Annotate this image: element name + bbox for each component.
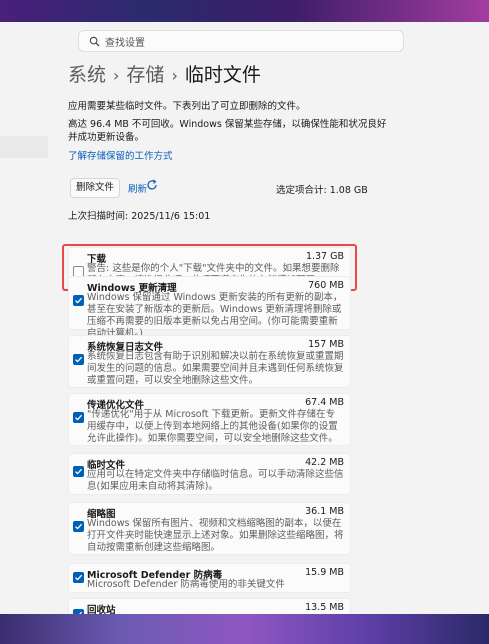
list-item-recycle-bin[interactable]: 回收站 13.5 MB <box>68 598 351 614</box>
item-description: "传递优化"用于从 Microsoft 下载更新。更新文件存储在专用缓存中，以便… <box>87 409 338 444</box>
item-size: 67.4 MB <box>305 397 344 408</box>
item-description: Windows 保留所有图片、视频和文档缩略图的副本，以便在打开文件夹时能快速显… <box>87 518 344 553</box>
reserved-storage-text: 高达 96.4 MB 不可回收。Windows 保留某些存储，以确保性能和状况良… <box>68 119 387 143</box>
list-item-system-recovery-logs[interactable]: 系统恢复日志文件 157 MB 系统恢复日志包含有助于识别和解决以前在系统恢复或… <box>68 335 351 388</box>
item-title: 回收站 <box>87 605 116 614</box>
item-description: 系统恢复日志包含有助于识别和解决以前在系统恢复或重置期间发生的问题的信息。如果需… <box>87 351 344 386</box>
item-size: 42.2 MB <box>305 457 344 468</box>
item-description: 应用可以在特定文件夹中存储临时信息。可以手动清除这些信息(如果应用未自动将其清除… <box>87 469 344 492</box>
search-icon <box>89 36 100 47</box>
list-item-windows-update-cleanup[interactable]: Windows 更新清理 760 MB Windows 保留通过 Windows… <box>68 276 351 339</box>
chevron-right-icon: › <box>113 66 120 85</box>
item-size: 15.9 MB <box>305 567 344 578</box>
checkbox-thumbnails[interactable] <box>73 521 84 532</box>
checkmark-icon <box>75 574 83 581</box>
desktop-wallpaper-top <box>0 0 489 22</box>
intro-text: 应用需要某些临时文件。下表列出了可立即删除的文件。 <box>68 101 306 112</box>
checkbox-temporary-files[interactable] <box>73 466 84 477</box>
checkbox-delivery-optimization[interactable] <box>73 412 84 423</box>
checkbox-defender-antivirus[interactable] <box>73 572 84 583</box>
checkmark-icon <box>75 297 83 304</box>
list-item-temporary-files[interactable]: 临时文件 42.2 MB 应用可以在特定文件夹中存储临时信息。可以手动清除这些信… <box>68 453 351 495</box>
item-description: Microsoft Defender 防病毒使用的非关键文件 <box>87 579 285 590</box>
checkmark-icon <box>75 468 83 475</box>
selected-total: 选定项合计: 1.08 GB <box>276 185 368 196</box>
checkbox-windows-update-cleanup[interactable] <box>73 295 84 306</box>
item-description: Windows 保留通过 Windows 更新安装的所有更新的副本，甚至在安装了… <box>87 292 343 339</box>
nav-pane-edge <box>0 136 48 158</box>
chevron-right-icon: › <box>171 66 178 85</box>
settings-window: 查找设置 系统 › 存储 › 临时文件 应用需要某些临时文件。下表列出了可立即删除的文件… <box>0 22 489 614</box>
refresh-button[interactable]: 刷新 <box>128 181 147 195</box>
item-size: 1.37 GB <box>305 251 344 262</box>
breadcrumb: 系统 › 存储 › 临时文件 <box>68 60 261 87</box>
list-item-defender-antivirus[interactable]: Microsoft Defender 防病毒 15.9 MB Microsoft… <box>68 563 351 593</box>
delete-files-button[interactable]: 删除文件 <box>70 178 120 198</box>
page-title: 临时文件 <box>184 64 261 86</box>
item-size: 760 MB <box>308 280 344 291</box>
breadcrumb-system[interactable]: 系统 <box>68 64 106 86</box>
list-item-delivery-optimization[interactable]: 传递优化文件 67.4 MB "传递优化"用于从 Microsoft 下载更新。… <box>68 393 351 446</box>
checkmark-icon <box>75 523 83 530</box>
item-size: 157 MB <box>308 339 344 350</box>
list-item-thumbnails[interactable]: 缩略图 36.1 MB Windows 保留所有图片、视频和文档缩略图的副本，以… <box>68 502 351 555</box>
search-input[interactable]: 查找设置 <box>105 34 145 49</box>
learn-more-link[interactable]: 了解存储保留的工作方式 <box>68 148 173 162</box>
checkmark-icon <box>75 414 83 421</box>
breadcrumb-storage[interactable]: 存储 <box>126 64 164 86</box>
desktop-wallpaper-bottom <box>0 614 489 644</box>
search-box[interactable]: 查找设置 <box>78 30 404 52</box>
checkmark-icon <box>75 356 83 363</box>
last-scan-time: 上次扫描时间: 2025/11/6 15:01 <box>68 211 211 222</box>
refresh-icon[interactable] <box>146 179 158 191</box>
checkbox-system-recovery-logs[interactable] <box>73 354 84 365</box>
item-size: 13.5 MB <box>305 602 344 613</box>
item-size: 36.1 MB <box>305 506 344 517</box>
